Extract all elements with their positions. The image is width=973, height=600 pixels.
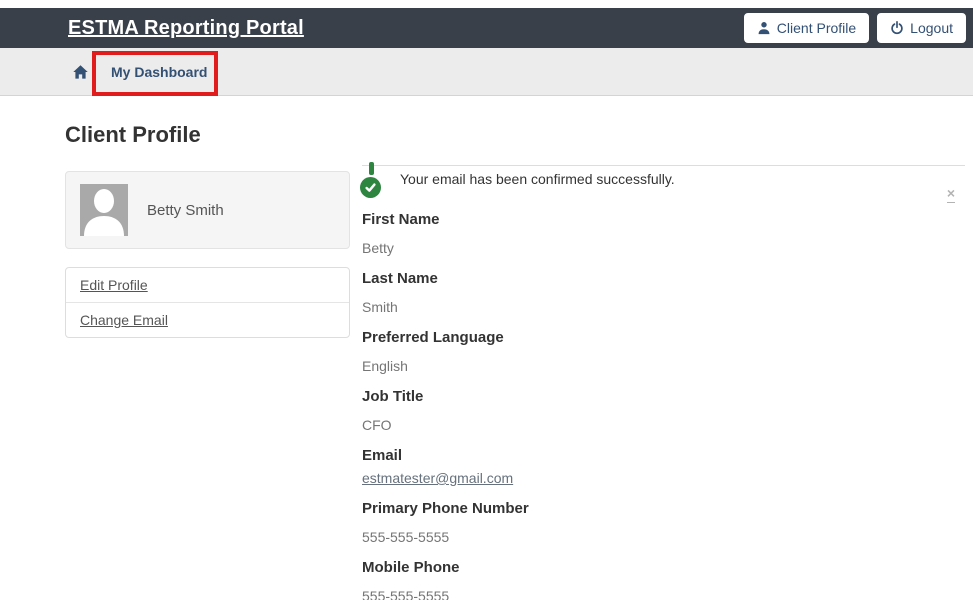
- main-content: Client Profile Betty Smith Edit Profile: [0, 96, 973, 600]
- power-icon: [890, 21, 904, 35]
- breadcrumb-separator: [93, 59, 94, 84]
- field-label: Primary Phone Number: [362, 500, 529, 517]
- field-value: Betty: [362, 240, 394, 256]
- field-value: CFO: [362, 417, 392, 433]
- field-value: English: [362, 358, 408, 374]
- page-title: Client Profile: [65, 122, 201, 147]
- field-value: Smith: [362, 299, 398, 315]
- breadcrumb-item-my-dashboard[interactable]: My Dashboard: [111, 64, 207, 80]
- logout-button[interactable]: Logout: [877, 13, 966, 43]
- success-check-icon: [360, 162, 382, 198]
- list-item[interactable]: Change Email: [66, 302, 349, 337]
- success-alert: Your email has been confirmed successful…: [360, 162, 965, 205]
- profile-name: Betty Smith: [147, 201, 224, 219]
- close-icon[interactable]: ×: [946, 186, 955, 203]
- user-icon: [757, 21, 771, 35]
- field-label: Job Title: [362, 388, 424, 405]
- alert-message: Your email has been confirmed successful…: [400, 171, 675, 187]
- field-mobile-phone: Mobile Phone 555-555-5555: [362, 558, 965, 600]
- home-icon[interactable]: [72, 64, 89, 80]
- field-first-name: First Name Betty: [362, 210, 965, 258]
- field-value: 555-555-5555: [362, 529, 450, 545]
- change-email-link[interactable]: Change Email: [80, 312, 168, 328]
- avatar: [80, 184, 128, 236]
- field-job-title: Job Title CFO: [362, 387, 965, 435]
- logout-button-label: Logout: [910, 20, 953, 36]
- edit-profile-link[interactable]: Edit Profile: [80, 277, 148, 293]
- profile-fields: First Name Betty Last Name Smith Preferr…: [362, 205, 965, 600]
- profile-details-panel: Your email has been confirmed successful…: [360, 162, 965, 600]
- field-label: Mobile Phone: [362, 559, 460, 576]
- app-title-link[interactable]: ESTMA Reporting Portal: [68, 17, 304, 40]
- estma-portal-page: ESTMA Reporting Portal Client Profile Lo…: [0, 0, 973, 600]
- profile-actions-list: Edit Profile Change Email: [65, 267, 350, 338]
- field-label: Last Name: [362, 270, 438, 287]
- email-link[interactable]: estmatester@gmail.com: [362, 470, 513, 486]
- field-label: First Name: [362, 211, 440, 228]
- field-last-name: Last Name Smith: [362, 269, 965, 317]
- list-item[interactable]: Edit Profile: [66, 268, 349, 302]
- client-profile-button-label: Client Profile: [776, 20, 857, 36]
- client-profile-button[interactable]: Client Profile: [743, 13, 870, 43]
- profile-summary-card: Betty Smith: [65, 171, 350, 249]
- field-preferred-language: Preferred Language English: [362, 328, 965, 376]
- profile-sidebar: Betty Smith Edit Profile Change Email: [65, 171, 350, 338]
- field-label: Email: [362, 447, 403, 464]
- field-primary-phone: Primary Phone Number 555-555-5555: [362, 499, 965, 547]
- field-email: Email estmatester@gmail.com: [362, 446, 965, 488]
- app-header: ESTMA Reporting Portal Client Profile Lo…: [0, 8, 973, 48]
- top-white-strip: [0, 0, 973, 8]
- person-silhouette-icon: [84, 189, 124, 236]
- field-value: 555-555-5555: [362, 588, 450, 600]
- breadcrumb-bar: My Dashboard: [0, 48, 973, 96]
- field-label: Preferred Language: [362, 329, 504, 346]
- field-value: estmatester@gmail.com: [362, 469, 965, 488]
